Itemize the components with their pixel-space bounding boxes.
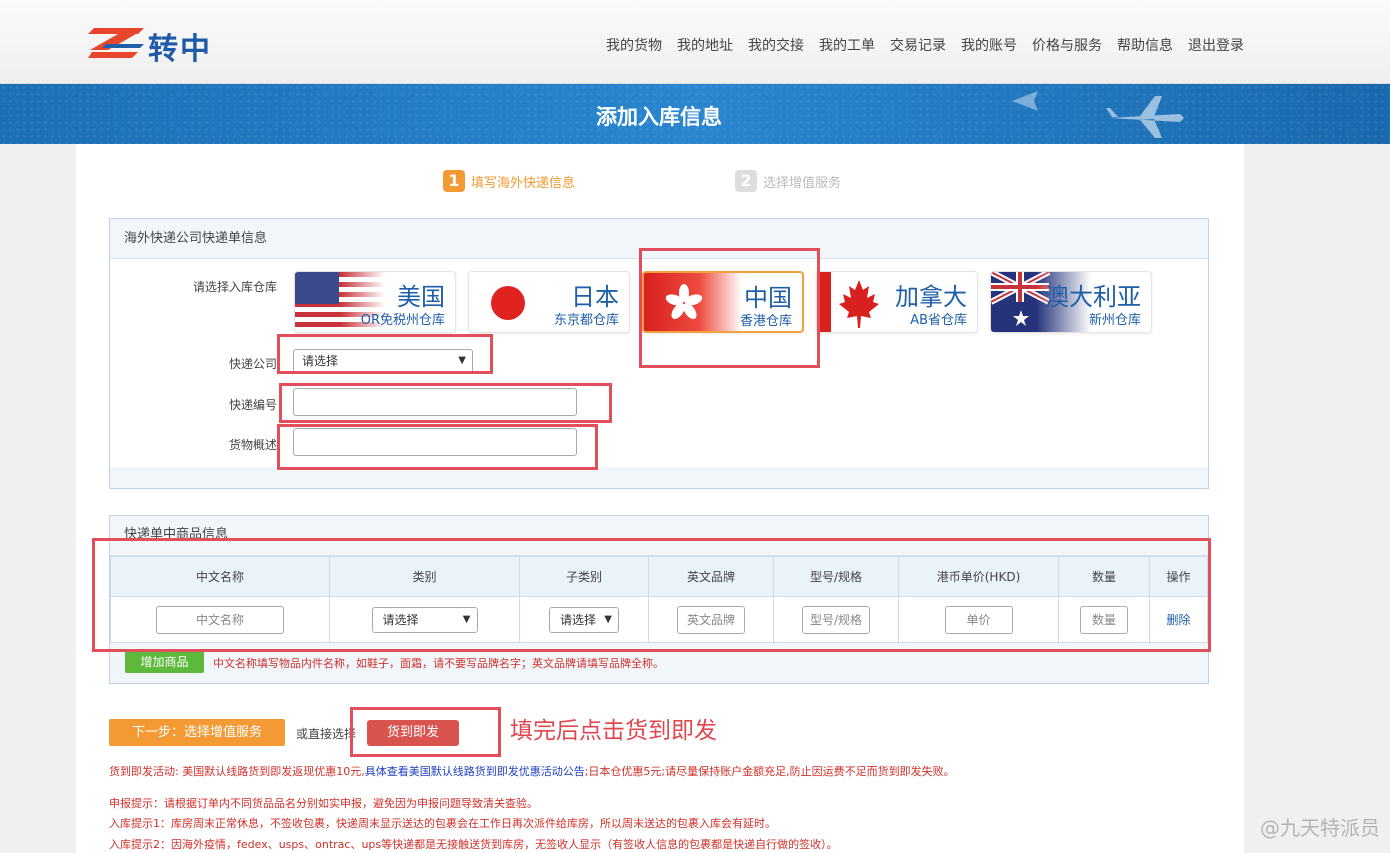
step-1-label: 填写海外快递信息 — [471, 175, 576, 191]
step-1-number: 1 — [443, 170, 465, 192]
japan-flag-icon — [491, 286, 525, 320]
annotation-text: 填完后点击货到即发 — [510, 718, 717, 744]
warehouse-us-name: 美国 — [397, 283, 445, 311]
main-nav: 我的货物 我的地址 我的交接 我的工单 交易记录 我的账号 价格与服务 帮助信息… — [606, 35, 1244, 55]
highlight-box-courier — [277, 334, 493, 374]
nav-my-account[interactable]: 我的账号 — [961, 35, 1017, 55]
warehouse-jp[interactable]: 日本 东京都仓库 — [468, 271, 630, 333]
nav-transactions[interactable]: 交易记录 — [890, 35, 946, 55]
warehouse-au-sub: 新州仓库 — [1088, 313, 1141, 328]
next-step-button[interactable]: 下一步：选择增值服务 — [109, 719, 285, 746]
warehouse-au-name: 澳大利亚 — [1045, 283, 1141, 311]
nav-logout[interactable]: 退出登录 — [1188, 35, 1244, 55]
logo-text: 转中 — [148, 32, 212, 67]
nav-my-handover[interactable]: 我的交接 — [748, 35, 804, 55]
warehouse-us[interactable]: 美国 OR免税州仓库 — [294, 271, 456, 333]
warehouse-au[interactable]: 澳大利亚 新州仓库 — [990, 271, 1152, 333]
highlight-box-description — [277, 424, 598, 470]
promo-prefix: 货到即发活动: 美国默认线路货到即发返现优惠10元, — [109, 765, 365, 778]
step-2: 2 选择增值服务 — [735, 170, 841, 192]
page-title: 添加入库信息 — [596, 105, 722, 129]
warehouse-us-sub: OR免税州仓库 — [360, 313, 445, 328]
nav-my-tickets[interactable]: 我的工单 — [819, 35, 875, 55]
goods-hint: 中文名称填写物品内件名称，如鞋子，面霜，请不要写品牌名字；英文品牌请填写品牌全称… — [213, 657, 664, 670]
page-banner: 添加入库信息 — [0, 84, 1390, 144]
warehouse-jp-sub: 东京都仓库 — [553, 313, 619, 328]
warehouse-jp-name: 日本 — [571, 283, 619, 311]
highlight-box-goods-table — [92, 538, 1211, 652]
promo-suffix: ;日本仓优惠5元;请尽量保持账户金额充足,防止因运费不足而货到即发失败。 — [584, 765, 955, 778]
promo-notice: 货到即发活动: 美国默认线路货到即发返现优惠10元,具体查看美国默认线路货到即发… — [109, 763, 955, 779]
watermark: @九天特派员 — [1260, 816, 1380, 840]
declare-notice: 申报提示：请根据订单内不同货品品名分别如实申报，避免因为申报问题导致清关查验。 — [109, 797, 538, 810]
step-2-label: 选择增值服务 — [763, 175, 842, 191]
nav-my-goods[interactable]: 我的货物 — [606, 35, 662, 55]
promo-link[interactable]: 具体查看美国默认线路货到即发优惠活动公告 — [365, 765, 585, 778]
warehouse-ca-sub: AB省仓库 — [910, 313, 967, 328]
warehouse-ca[interactable]: 加拿大 AB省仓库 — [816, 271, 978, 333]
logo[interactable]: 转中 — [88, 22, 228, 67]
warehouse-label: 请选择入库仓库 — [192, 280, 277, 294]
step-2-number: 2 — [735, 170, 758, 192]
description-label: 货物概述 — [228, 438, 277, 452]
highlight-box-ship-button — [350, 707, 501, 757]
highlight-box-warehouse — [639, 248, 820, 368]
warehouse-ca-name: 加拿大 — [895, 283, 967, 311]
progress-steps: 1 填写海外快递信息 2 选择增值服务 — [443, 170, 841, 192]
nav-my-address[interactable]: 我的地址 — [677, 35, 733, 55]
logo-mark-icon — [88, 28, 144, 58]
warehouse-tip-1: 入库提示1：库房周末正常休息，不签收包裹，快递周末显示送达的包裹会在工作日再次派… — [109, 817, 776, 830]
step-1: 1 填写海外快递信息 — [443, 170, 575, 192]
canada-flag-icon — [817, 272, 879, 332]
nav-pricing[interactable]: 价格与服务 — [1032, 35, 1102, 55]
add-goods-button[interactable]: 增加商品 — [125, 651, 204, 673]
nav-help[interactable]: 帮助信息 — [1117, 35, 1173, 55]
courier-label: 快递公司 — [228, 357, 277, 371]
highlight-box-tracking — [279, 383, 612, 423]
top-nav-bar: 转中 我的货物 我的地址 我的交接 我的工单 交易记录 我的账号 价格与服务 帮… — [0, 0, 1390, 84]
or-direct-text: 或直接选择 — [296, 727, 357, 741]
tracking-label: 快递编号 — [228, 398, 277, 412]
warehouse-tip-2: 入库提示2：因海外疫情，fedex、usps、ontrac、ups等快递都是无接… — [109, 838, 838, 851]
